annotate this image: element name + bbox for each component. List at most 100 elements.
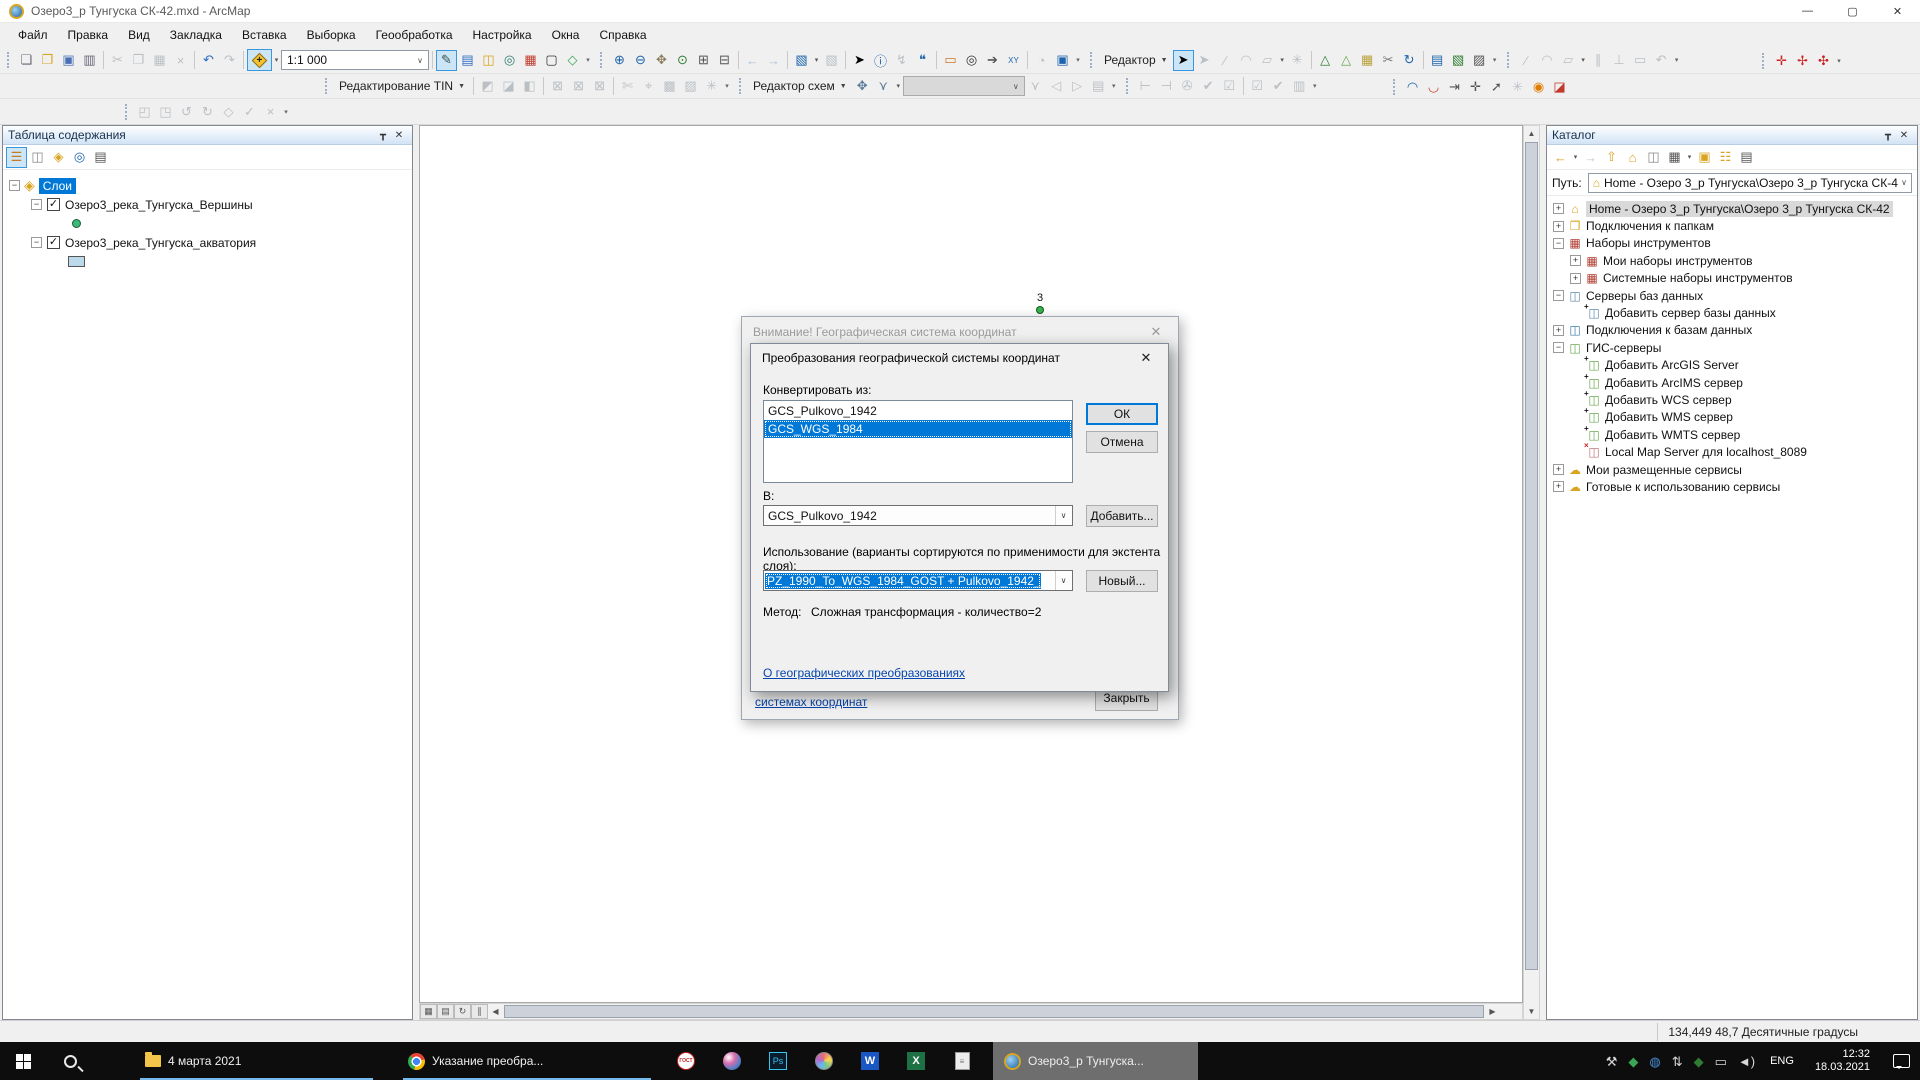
- layer-symbol-row[interactable]: [9, 214, 412, 233]
- taskbar-app-folder[interactable]: 4 марта 2021: [134, 1042, 379, 1080]
- schematic-move-icon[interactable]: ✥: [852, 76, 873, 97]
- menu-item-вставка[interactable]: Вставка: [232, 24, 297, 46]
- catalog-tree-item[interactable]: ◫+Добавить ArcGIS Server: [1547, 357, 1917, 374]
- curve-red-icon[interactable]: ◡: [1423, 76, 1444, 97]
- catalog-tree-item[interactable]: ◫+Добавить WCS сервер: [1547, 391, 1917, 408]
- save-icon[interactable]: ▣: [58, 50, 79, 71]
- vertex-point[interactable]: [1036, 306, 1044, 314]
- undo-icon[interactable]: ↶: [198, 50, 219, 71]
- split-icon[interactable]: ✂: [1378, 50, 1399, 71]
- toolbar-grip[interactable]: [600, 52, 604, 68]
- catalog-tree-item[interactable]: +☁Мои размещенные сервисы: [1547, 461, 1917, 478]
- schematic-branch-dropdown-icon[interactable]: ▾: [894, 82, 903, 90]
- expand-icon[interactable]: +: [1553, 203, 1564, 214]
- sketch-properties-icon[interactable]: ▧: [1448, 50, 1469, 71]
- scroll-left-icon[interactable]: ◀: [488, 1004, 503, 1019]
- add-button[interactable]: Добавить...: [1086, 505, 1158, 527]
- collapse-icon[interactable]: −: [31, 199, 42, 210]
- catalog-tree-item[interactable]: +◫Подключения к базам данных: [1547, 322, 1917, 339]
- viewer-window-icon[interactable]: ▣: [1052, 50, 1073, 71]
- move-to-icon[interactable]: ⇥: [1444, 76, 1465, 97]
- menu-item-закладка[interactable]: Закладка: [160, 24, 232, 46]
- expand-icon[interactable]: +: [1570, 273, 1581, 284]
- model-builder-icon[interactable]: ◇: [562, 50, 583, 71]
- menu-item-настройка[interactable]: Настройка: [463, 24, 542, 46]
- catalog-back-icon[interactable]: ←: [1550, 147, 1571, 168]
- new-document-icon[interactable]: ❏: [16, 50, 37, 71]
- collapse-icon[interactable]: −: [1553, 342, 1564, 353]
- toolbar-overflow-icon[interactable]: ▾: [722, 82, 732, 90]
- go-to-xy-icon[interactable]: XY: [1003, 50, 1024, 71]
- tray-volume-icon[interactable]: ◄): [1738, 1055, 1755, 1068]
- catalog-item-label[interactable]: Системные наборы инструментов: [1603, 271, 1793, 285]
- pan-icon[interactable]: ✥: [651, 50, 672, 71]
- collapse-icon[interactable]: −: [1553, 290, 1564, 301]
- taskbar-pin-word[interactable]: W: [847, 1042, 893, 1080]
- toc-root-row[interactable]: − ◈ Слои: [9, 176, 412, 195]
- expand-icon[interactable]: +: [1570, 255, 1581, 266]
- about-transformations-link[interactable]: О географических преобразованиях: [763, 666, 965, 680]
- add-links-icon[interactable]: ✢: [1792, 50, 1813, 71]
- collapse-icon[interactable]: −: [1553, 238, 1564, 249]
- taskbar-pin-notepad[interactable]: ≡: [939, 1042, 985, 1080]
- taskbar-pin-photoshop[interactable]: Ps: [755, 1042, 801, 1080]
- find-icon[interactable]: ◎: [961, 50, 982, 71]
- attributes-window-icon[interactable]: ▤: [1427, 50, 1448, 71]
- toolbar-grip[interactable]: [1393, 79, 1397, 95]
- catalog-tree-item[interactable]: −◫ГИС-серверы: [1547, 339, 1917, 356]
- taskbar-search-button[interactable]: [47, 1042, 94, 1080]
- refresh-view-button[interactable]: ↻: [454, 1004, 471, 1019]
- select-features-dropdown-icon[interactable]: ▾: [812, 56, 821, 64]
- tray-usb-icon[interactable]: ⇅: [1672, 1055, 1683, 1068]
- menu-item-выборка[interactable]: Выборка: [297, 24, 366, 46]
- editor-sketch-icon[interactable]: ✎: [436, 50, 457, 71]
- trace-tool-dropdown-icon[interactable]: ▾: [1278, 56, 1287, 64]
- maximize-button[interactable]: ▢: [1830, 0, 1875, 22]
- toc-layer-row[interactable]: − ✓ Озеро3_река_Тунгуска_Вершины: [9, 195, 412, 214]
- menu-item-правка[interactable]: Правка: [58, 24, 119, 46]
- close-button[interactable]: ✕: [1875, 0, 1920, 22]
- scroll-up-icon[interactable]: ▲: [1524, 126, 1539, 141]
- list-by-visibility-icon[interactable]: ◈: [48, 147, 69, 168]
- plus-node-icon[interactable]: ✛: [1465, 76, 1486, 97]
- catalog-tree-item[interactable]: −◫Серверы баз данных: [1547, 287, 1917, 304]
- toolbar-overflow-icon[interactable]: ▾: [1109, 82, 1119, 90]
- catalog-tree-item[interactable]: ◫+Добавить WMTS сервер: [1547, 426, 1917, 443]
- catalog-item-label[interactable]: Подключения к базам данных: [1586, 323, 1752, 337]
- path-dropdown-icon[interactable]: ∨: [1901, 178, 1907, 187]
- catalog-tree-item[interactable]: −▦Наборы инструментов: [1547, 235, 1917, 252]
- edit-tool-icon[interactable]: ➤: [1173, 50, 1194, 71]
- catalog-item-label[interactable]: Добавить WMTS сервер: [1605, 428, 1740, 442]
- full-extent-icon[interactable]: ⊙: [672, 50, 693, 71]
- catalog-item-label[interactable]: Серверы баз данных: [1586, 289, 1703, 303]
- expand-icon[interactable]: +: [1553, 481, 1564, 492]
- editor-more-icon[interactable]: ▨: [1469, 50, 1490, 71]
- catalog-item-label[interactable]: Добавить WCS сервер: [1605, 393, 1732, 407]
- catalog-item-label[interactable]: Мои размещенные сервисы: [1586, 463, 1742, 477]
- toolbar-overflow-icon[interactable]: ▾: [1073, 56, 1083, 64]
- curve-blue-icon[interactable]: ◠: [1402, 76, 1423, 97]
- taskbar-pin-excel[interactable]: X: [893, 1042, 939, 1080]
- cut-polygons-icon[interactable]: ▦: [1357, 50, 1378, 71]
- html-popup-icon[interactable]: ❝: [912, 50, 933, 71]
- catalog-home-icon[interactable]: ⌂: [1622, 147, 1643, 168]
- schematic-branch-icon[interactable]: ⋎: [873, 76, 894, 97]
- catalog-window-icon[interactable]: ◫: [478, 50, 499, 71]
- toolbar-overflow-icon[interactable]: ▾: [1310, 82, 1320, 90]
- path-combo[interactable]: ⌂ Home - Озеро 3_р Тунгуска\Озеро 3_р Ту…: [1588, 173, 1912, 193]
- taskbar-app-arcmap[interactable]: Озеро3_р Тунгуска...: [993, 1042, 1198, 1080]
- polygon-symbol[interactable]: [68, 256, 85, 267]
- toolbar-grip[interactable]: [325, 78, 329, 94]
- action-center-icon[interactable]: [1893, 1054, 1910, 1068]
- taskbar-clock[interactable]: 12:32 18.03.2021: [1809, 1048, 1876, 1074]
- default-geodatabase-icon[interactable]: ◫: [1643, 147, 1664, 168]
- arctoolbox-icon[interactable]: ▦: [520, 50, 541, 71]
- tray-network-icon[interactable]: ▭: [1715, 1055, 1727, 1068]
- new-button[interactable]: Новый...: [1086, 570, 1158, 592]
- tray-security-icon[interactable]: ◆: [1694, 1055, 1704, 1068]
- catalog-item-label[interactable]: Local Map Server для localhost_8089: [1605, 445, 1807, 459]
- horizontal-scroll-thumb[interactable]: [504, 1005, 1484, 1018]
- taskbar-app-chrome[interactable]: Указание преобра...: [397, 1042, 657, 1080]
- list-by-drawing-order-icon[interactable]: ☰: [6, 147, 27, 168]
- cancel-button[interactable]: Отмена: [1086, 431, 1158, 453]
